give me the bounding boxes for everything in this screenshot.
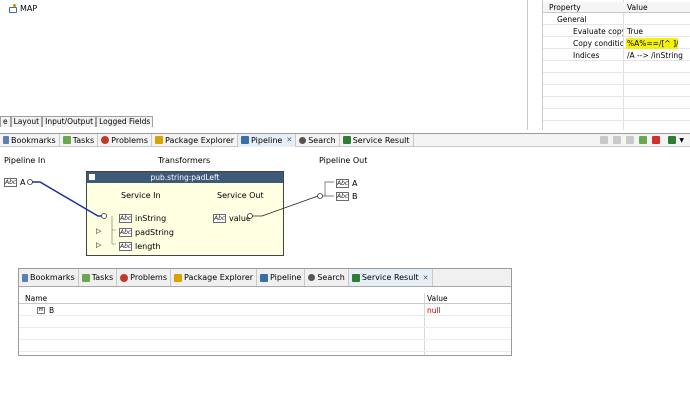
field-type-icon: m	[37, 307, 45, 314]
bookmarks-icon	[22, 273, 28, 282]
empty-row	[19, 317, 511, 328]
link-handle[interactable]	[27, 179, 33, 185]
tasks-icon	[81, 273, 90, 282]
package-explorer-icon	[174, 273, 183, 282]
result-name: B	[49, 306, 55, 315]
link-handle[interactable]	[101, 213, 107, 219]
tab-service-result[interactable]: Service Result ✕	[348, 269, 433, 286]
table-header: Name Value	[19, 293, 511, 304]
problems-icon	[120, 273, 129, 282]
empty-row	[19, 341, 511, 352]
service-result-icon	[351, 273, 360, 282]
tab-tasks[interactable]: Tasks	[79, 269, 118, 286]
link-handle[interactable]	[247, 213, 253, 219]
value-column-header[interactable]: Value	[427, 293, 448, 304]
in-tree-branch	[111, 216, 116, 245]
link-handle[interactable]	[317, 193, 323, 199]
map-link-value-to-b[interactable]	[250, 195, 319, 217]
service-result-tab-bar: Bookmarks Tasks Problems Package Explore…	[19, 269, 511, 287]
result-value[interactable]: null	[427, 305, 441, 316]
service-result-table: Name Value m B null	[19, 293, 511, 355]
tab-pipeline[interactable]: Pipeline	[257, 269, 306, 286]
tab-problems[interactable]: Problems	[117, 269, 172, 286]
map-link-a-to-instring[interactable]	[30, 181, 104, 217]
pipeline-icon	[260, 273, 269, 282]
tab-search[interactable]: Search	[305, 269, 349, 286]
name-column-header[interactable]: Name	[25, 293, 47, 304]
service-result-window: Bookmarks Tasks Problems Package Explore…	[18, 268, 512, 356]
close-icon[interactable]: ✕	[423, 274, 429, 282]
tab-bookmarks[interactable]: Bookmarks	[19, 269, 79, 286]
search-icon	[308, 274, 316, 281]
table-row[interactable]: m B null	[19, 305, 511, 316]
empty-row	[19, 329, 511, 340]
tab-package-explorer[interactable]: Package Explorer	[171, 269, 258, 286]
